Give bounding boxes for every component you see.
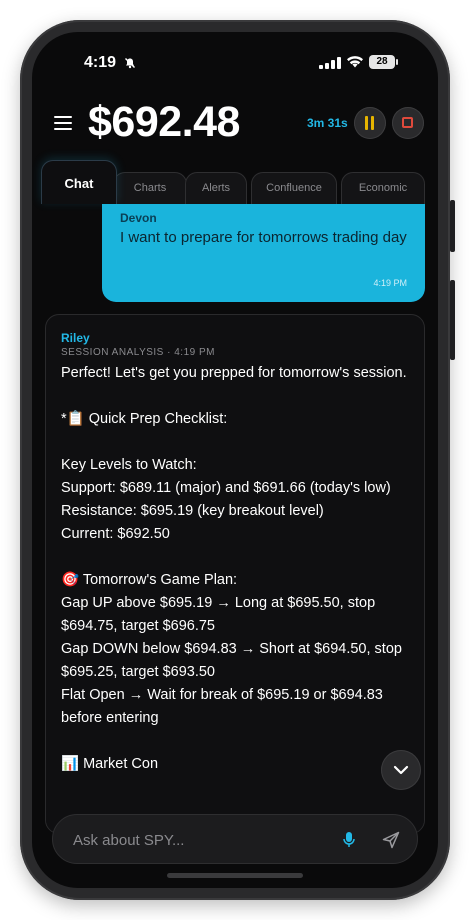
assistant-message-line — [61, 431, 409, 454]
assistant-message-author: Riley — [61, 331, 90, 345]
assistant-message-line: Perfect! Let's get you prepped for tomor… — [61, 365, 407, 381]
user-message-time: 4:19 PM — [373, 278, 407, 288]
tab-alerts[interactable]: Alerts — [185, 172, 247, 204]
pause-button[interactable] — [354, 107, 386, 139]
chat-input[interactable] — [71, 829, 325, 851]
assistant-message-line — [61, 546, 409, 569]
tab-chat[interactable]: Chat — [41, 160, 117, 204]
send-icon[interactable] — [381, 830, 401, 855]
status-time: 4:19 — [84, 54, 117, 71]
tab-charts[interactable]: Charts — [113, 172, 187, 204]
wifi-icon — [346, 55, 364, 74]
assistant-message-line: Gap UP above $695.19 → Long at $695.50, … — [61, 595, 376, 634]
scroll-down-button[interactable] — [381, 750, 421, 790]
side-button-lower — [450, 280, 455, 360]
tab-confluence[interactable]: Confluence — [251, 172, 337, 204]
assistant-message-line — [61, 385, 409, 408]
hamburger-menu-icon[interactable] — [54, 116, 72, 130]
assistant-message-line: Support: $689.11 (major) and $691.66 (to… — [61, 480, 391, 496]
battery-icon: 28 — [369, 55, 398, 69]
tab-economic[interactable]: Economic — [341, 172, 425, 204]
assistant-message-line: Flat Open → Wait for break of $695.19 or… — [61, 687, 383, 726]
assistant-message-line: Current: $692.50 — [61, 526, 170, 542]
stop-icon — [402, 117, 413, 128]
session-timer: 3m 31s — [307, 116, 348, 130]
assistant-message-line — [61, 730, 409, 753]
home-indicator — [167, 873, 303, 878]
user-message-author: Devon — [120, 211, 157, 225]
assistant-message-body: Perfect! Let's get you prepped for tomor… — [61, 362, 409, 776]
microphone-icon[interactable] — [343, 831, 355, 854]
assistant-message-line: Gap DOWN below $694.83 → Short at $694.5… — [61, 641, 402, 680]
user-message-bubble: Devon I want to prepare for tomorrows tr… — [102, 204, 425, 302]
side-button-upper — [450, 200, 455, 252]
chevron-down-icon — [393, 765, 409, 775]
pause-icon — [365, 116, 375, 130]
chat-input-bar — [52, 814, 418, 864]
cellular-signal-icon — [319, 57, 341, 69]
status-bar: 4:19 28 — [32, 52, 438, 74]
assistant-message-line: 📊 Market Con — [61, 756, 159, 772]
app-screen: 4:19 28 $692.48 3m 31s Charts Alerts Con… — [32, 32, 438, 888]
assistant-message-line: Resistance: $695.19 (key breakout level) — [61, 503, 324, 519]
assistant-message-meta: SESSION ANALYSIS · 4:19 PM — [61, 347, 215, 358]
stop-button[interactable] — [392, 107, 424, 139]
bell-muted-icon — [124, 57, 136, 72]
current-price: $692.48 — [88, 98, 240, 146]
user-message-text: I want to prepare for tomorrows trading … — [120, 229, 407, 246]
assistant-message-line: Key Levels to Watch: — [61, 457, 197, 473]
assistant-message-line: *📋 Quick Prep Checklist: — [61, 411, 228, 427]
assistant-message-card: Riley SESSION ANALYSIS · 4:19 PM Perfect… — [45, 314, 425, 834]
assistant-message-line: 🎯 Tomorrow's Game Plan: — [61, 572, 238, 588]
